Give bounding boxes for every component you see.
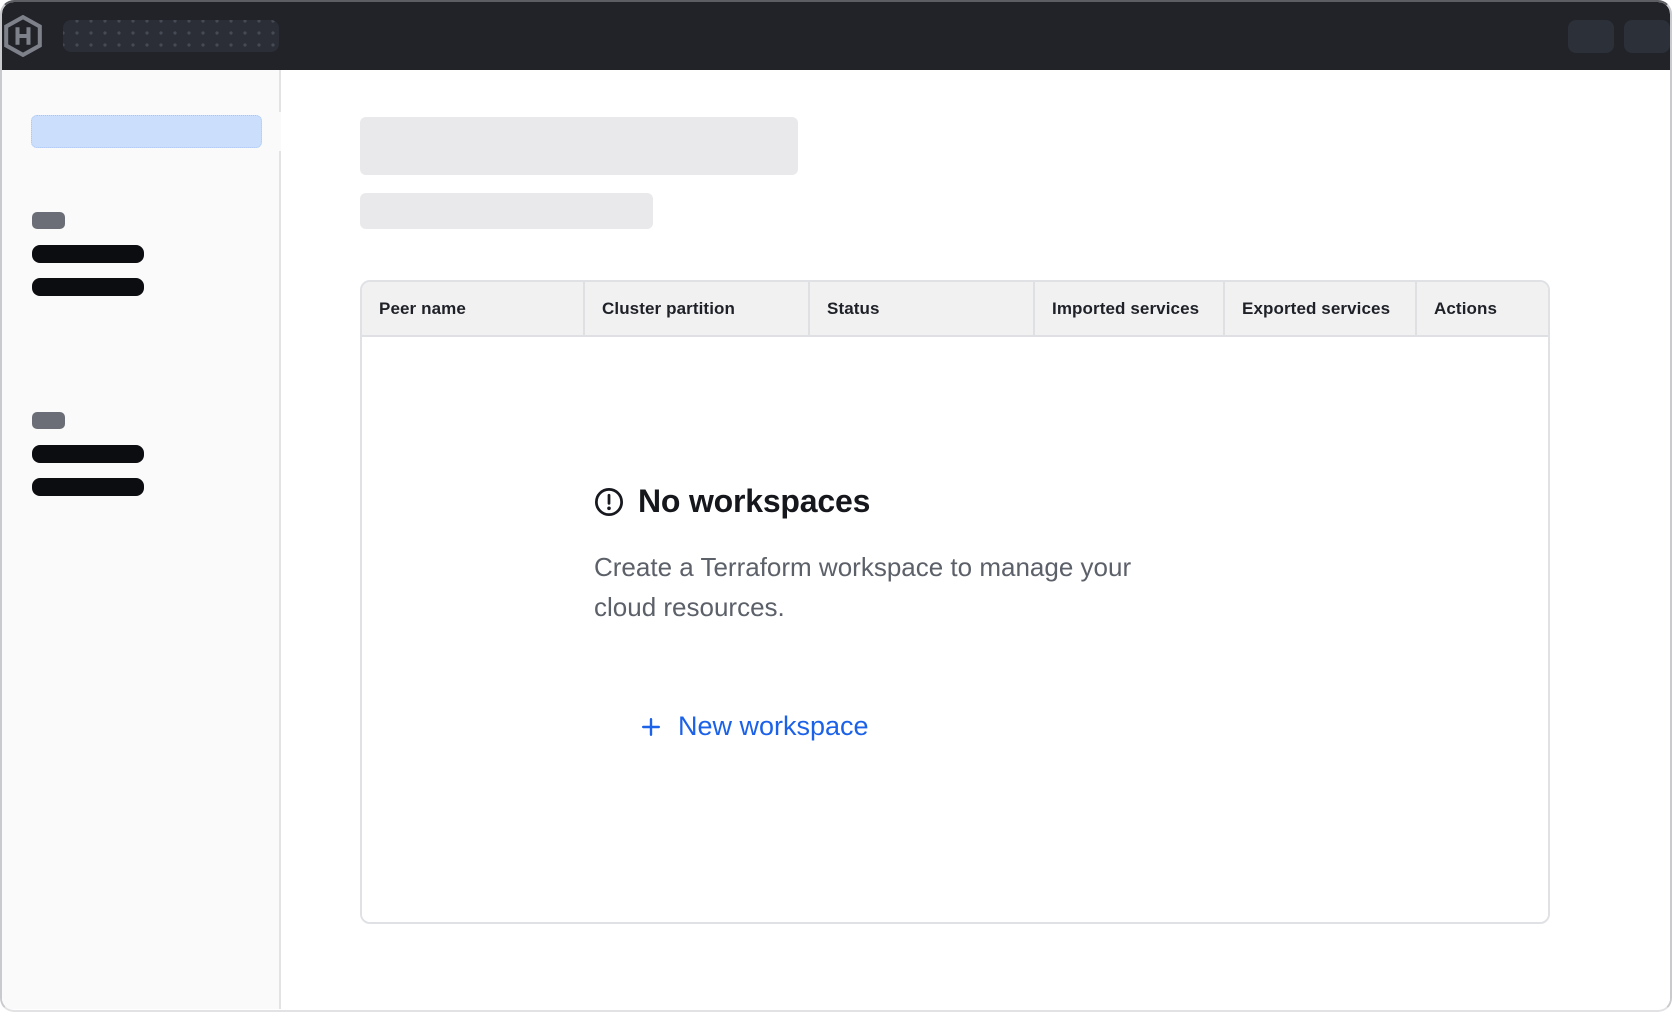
nav-menu-placeholder[interactable] <box>63 20 279 52</box>
main-content: Peer name Cluster partition Status Impor… <box>281 70 1670 1009</box>
column-header-exported-services: Exported services <box>1225 282 1417 335</box>
new-workspace-button[interactable]: New workspace <box>639 711 869 742</box>
sidebar-item-placeholder-3[interactable] <box>32 445 144 463</box>
table-body: No workspaces Create a Terraform workspa… <box>362 337 1548 922</box>
app-window: Peer name Cluster partition Status Impor… <box>0 0 1672 1012</box>
app-shell: Peer name Cluster partition Status Impor… <box>2 70 1670 1009</box>
empty-state-title-row: No workspaces <box>594 483 1234 520</box>
column-header-status: Status <box>810 282 1035 335</box>
table-header-row: Peer name Cluster partition Status Impor… <box>362 282 1548 337</box>
page-subtitle-placeholder <box>360 193 653 229</box>
page-title-placeholder <box>360 117 798 175</box>
sidebar <box>2 70 281 1009</box>
sidebar-section-label-placeholder-1 <box>32 212 65 229</box>
empty-state: No workspaces Create a Terraform workspa… <box>594 483 1234 520</box>
alert-circle-icon <box>594 487 624 517</box>
empty-state-description: Create a Terraform workspace to manage y… <box>594 547 1194 627</box>
topbar-button-placeholder-2[interactable] <box>1624 20 1670 53</box>
plus-icon <box>639 715 663 739</box>
column-header-peer-name: Peer name <box>362 282 585 335</box>
new-workspace-label: New workspace <box>678 711 869 742</box>
top-navigation-bar <box>2 2 1670 70</box>
column-header-imported-services: Imported services <box>1035 282 1225 335</box>
column-header-actions: Actions <box>1417 282 1548 335</box>
peers-table: Peer name Cluster partition Status Impor… <box>360 280 1550 924</box>
sidebar-item-placeholder-4[interactable] <box>32 478 144 496</box>
hashicorp-logo-icon <box>2 14 44 58</box>
sidebar-selected-item-placeholder[interactable] <box>31 115 262 148</box>
sidebar-item-placeholder-1[interactable] <box>32 245 144 263</box>
topbar-actions <box>1568 20 1670 53</box>
topbar-button-placeholder-1[interactable] <box>1568 20 1614 53</box>
sidebar-section-label-placeholder-2 <box>32 412 65 429</box>
empty-state-title: No workspaces <box>638 483 870 520</box>
sidebar-item-placeholder-2[interactable] <box>32 278 144 296</box>
column-header-cluster-partition: Cluster partition <box>585 282 810 335</box>
